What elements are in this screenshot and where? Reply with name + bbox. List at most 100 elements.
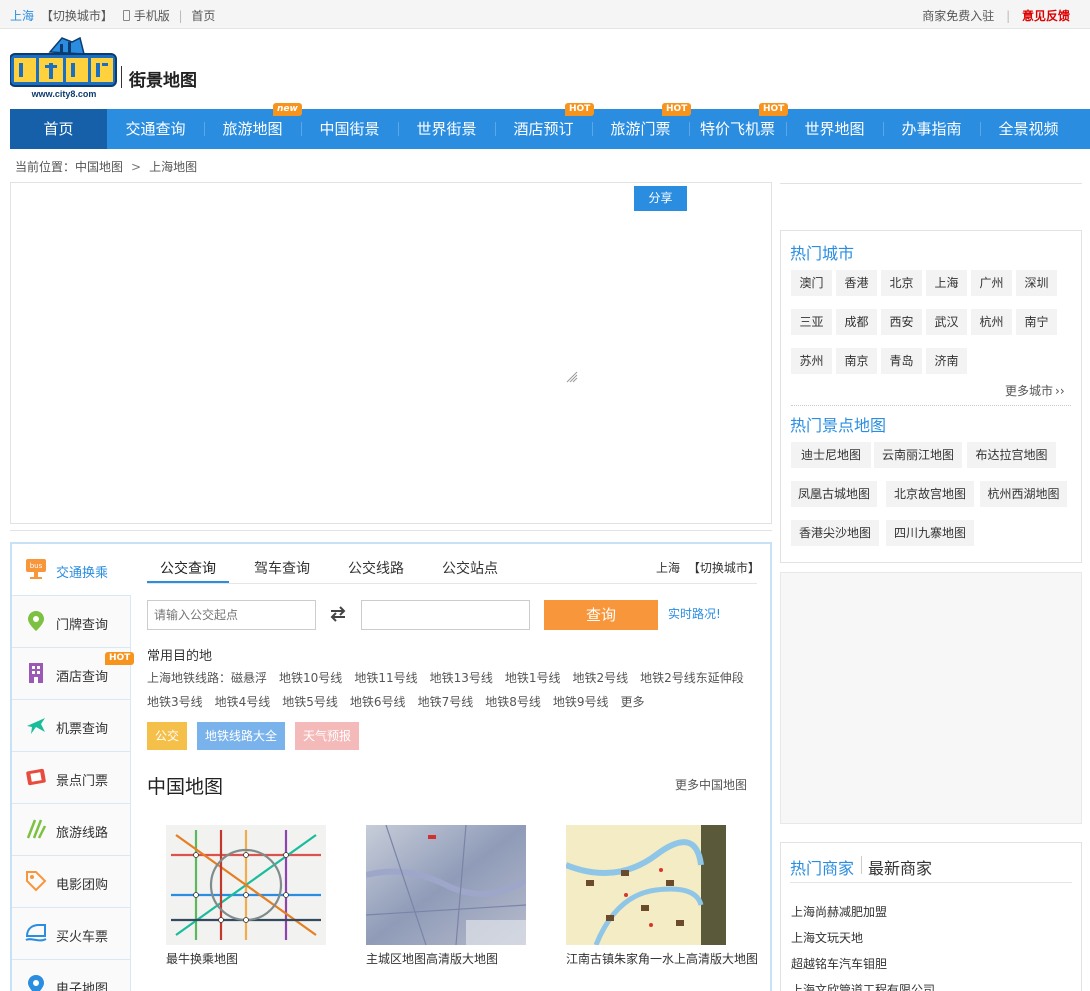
hot-city-chip[interactable]: 苏州 xyxy=(791,348,832,374)
merchant-link[interactable]: 超越铭车汽车钼胆 xyxy=(791,955,887,972)
map-thumbnail-caption[interactable]: 江南古镇朱家角一水上高清版大地图 xyxy=(566,950,758,967)
metro-line-link[interactable]: 地铁6号线 xyxy=(350,695,406,709)
query-switch-city-link[interactable]: 【切换城市】 xyxy=(688,561,760,575)
hot-spot-chip[interactable]: 四川九寨地图 xyxy=(886,520,974,546)
site-logo[interactable]: www.city8.com xyxy=(9,36,118,100)
metro-line-link[interactable]: 地铁11号线 xyxy=(354,671,417,685)
metro-line-link[interactable]: 地铁5号线 xyxy=(282,695,338,709)
thumbnail-zhujiajiao-map[interactable] xyxy=(566,825,726,945)
realtime-traffic-link[interactable]: 实时路况! xyxy=(668,605,721,622)
hot-spot-chip[interactable]: 凤凰古城地图 xyxy=(791,481,877,507)
nav-item-1[interactable]: 交通查询 xyxy=(107,109,204,149)
bus-start-input[interactable] xyxy=(147,600,316,630)
tab-new-merchants[interactable]: 最新商家 xyxy=(868,855,932,879)
hot-city-chip[interactable]: 武汉 xyxy=(926,309,967,335)
merchant-link[interactable]: 上海文欣管道工程有限公司 xyxy=(791,981,935,991)
sidebar-item-3[interactable]: 机票查询 xyxy=(12,700,131,752)
swap-direction-icon[interactable] xyxy=(328,604,348,624)
metro-line-link[interactable]: 更多 xyxy=(620,695,644,709)
hot-city-chip[interactable]: 杭州 xyxy=(971,309,1012,335)
metro-line-link[interactable]: 地铁1号线 xyxy=(505,671,561,685)
sidebar-item-5[interactable]: 旅游线路 xyxy=(12,804,131,856)
nav-item-8[interactable]: 世界地图 xyxy=(786,109,883,149)
merchant-join-link[interactable]: 商家免费入驻 xyxy=(922,9,994,23)
quick-pill[interactable]: 天气预报 xyxy=(295,722,360,750)
hot-city-chip[interactable]: 青岛 xyxy=(881,348,922,374)
thumbnail-transfer-map[interactable] xyxy=(166,825,326,945)
hot-city-chip[interactable]: 西安 xyxy=(881,309,922,335)
breadcrumb-china-map[interactable]: 中国地图 xyxy=(75,160,123,174)
metro-line-link[interactable]: 地铁7号线 xyxy=(418,695,474,709)
current-city-link[interactable]: 上海 xyxy=(10,9,34,23)
sidebar-item-0[interactable]: bus 交通换乘 xyxy=(12,544,131,596)
metro-line-link[interactable]: 地铁10号线 xyxy=(279,671,342,685)
hot-city-chip[interactable]: 澳门 xyxy=(791,270,832,296)
sidebar-item-2[interactable]: 酒店查询 HOT xyxy=(12,648,135,700)
street-view-map-panel[interactable] xyxy=(10,182,772,524)
thumbnail-city-hd-map[interactable] xyxy=(366,825,526,945)
hot-spot-chip[interactable]: 迪士尼地图 xyxy=(791,442,871,468)
metro-line-link[interactable]: 地铁8号线 xyxy=(485,695,541,709)
quick-pill[interactable]: 公交 xyxy=(147,722,188,750)
resize-handle-icon[interactable] xyxy=(565,370,579,384)
merchant-link[interactable]: 上海文玩天地 xyxy=(791,929,863,946)
query-tab-1[interactable]: 驾车查询 xyxy=(254,558,310,578)
map-thumbnail-caption[interactable]: 最牛换乘地图 xyxy=(166,950,238,967)
share-button[interactable]: 分享 xyxy=(634,186,687,211)
nav-item-9[interactable]: 办事指南 xyxy=(883,109,980,149)
hot-spot-chip[interactable]: 云南丽江地图 xyxy=(874,442,962,468)
nav-item-7[interactable]: 特价飞机票 HOT xyxy=(689,103,789,149)
sidebar-item-6[interactable]: 电影团购 xyxy=(12,856,131,908)
hot-city-chip[interactable]: 南宁 xyxy=(1016,309,1057,335)
hot-city-chip[interactable]: 济南 xyxy=(926,348,967,374)
hot-city-chip[interactable]: 上海 xyxy=(926,270,967,296)
nav-item-3[interactable]: 中国街景 xyxy=(301,109,398,149)
hot-city-chip[interactable]: 南京 xyxy=(836,348,877,374)
hot-city-chip[interactable]: 深圳 xyxy=(1016,270,1057,296)
bus-end-input[interactable] xyxy=(361,600,530,630)
hot-spot-chip[interactable]: 杭州西湖地图 xyxy=(980,481,1067,507)
more-china-maps-link[interactable]: 更多中国地图 xyxy=(675,776,747,793)
hot-city-chip[interactable]: 成都 xyxy=(836,309,877,335)
nav-item-0[interactable]: 首页 xyxy=(10,109,107,149)
mobile-version-link[interactable]: 手机版 xyxy=(134,9,170,23)
nav-item-6[interactable]: 旅游门票 HOT xyxy=(592,103,692,149)
hot-city-chip[interactable]: 广州 xyxy=(971,270,1012,296)
search-button[interactable]: 查询 xyxy=(544,600,658,630)
sidebar-item-7[interactable]: 买火车票 xyxy=(12,908,131,960)
sidebar-item-label: 电子地图 xyxy=(56,982,109,991)
metro-line-link[interactable]: 地铁3号线 xyxy=(147,695,203,709)
query-tab-0[interactable]: 公交查询 xyxy=(160,558,216,578)
sidebar-item-8[interactable]: 电子地图 xyxy=(12,960,131,991)
home-link[interactable]: 首页 xyxy=(191,9,215,23)
hot-city-chip[interactable]: 香港 xyxy=(836,270,877,296)
tab-hot-merchants[interactable]: 热门商家 xyxy=(790,855,854,879)
more-cities-link[interactable]: 更多城市 ›› xyxy=(1005,382,1065,399)
nav-item-5[interactable]: 酒店预订 HOT xyxy=(495,103,595,149)
metro-line-link[interactable]: 地铁4号线 xyxy=(215,695,271,709)
sidebar-item-1[interactable]: 门牌查询 xyxy=(12,596,131,648)
merchant-link[interactable]: 上海尚赫减肥加盟 xyxy=(791,903,887,920)
sidebar-item-4[interactable]: 景点门票 xyxy=(12,752,131,804)
hot-spot-chip[interactable]: 香港尖沙地图 xyxy=(791,520,879,546)
quick-pill[interactable]: 地铁线路大全 xyxy=(197,722,286,750)
nav-item-10[interactable]: 全景视频 xyxy=(980,109,1077,149)
nav-item-2[interactable]: 旅游地图 new xyxy=(204,103,302,149)
hot-city-chip[interactable]: 北京 xyxy=(881,270,922,296)
metro-line-link[interactable]: 地铁2号线 xyxy=(573,671,629,685)
map-thumbnail-caption[interactable]: 主城区地图高清版大地图 xyxy=(366,950,498,967)
feedback-link[interactable]: 意见反馈 xyxy=(1022,9,1070,23)
switch-city-link[interactable]: 【切换城市】 xyxy=(41,9,113,23)
query-tab-3[interactable]: 公交站点 xyxy=(442,558,498,578)
metro-line-link[interactable]: 地铁2号线东延伸段 xyxy=(640,671,744,685)
nav-item-4[interactable]: 世界街景 xyxy=(398,109,495,149)
metro-line-link[interactable]: 地铁9号线 xyxy=(553,695,609,709)
hot-spot-chip[interactable]: 北京故宫地图 xyxy=(886,481,974,507)
metro-line-link[interactable]: 磁悬浮 xyxy=(231,671,267,685)
hot-city-chip[interactable]: 三亚 xyxy=(791,309,832,335)
query-tab-2[interactable]: 公交线路 xyxy=(348,558,404,578)
nav-separator xyxy=(883,122,884,136)
hot-spot-chip[interactable]: 布达拉宫地图 xyxy=(967,442,1056,468)
metro-line-link[interactable]: 地铁13号线 xyxy=(430,671,493,685)
city8-logo-icon: www.city8.com xyxy=(9,36,117,99)
